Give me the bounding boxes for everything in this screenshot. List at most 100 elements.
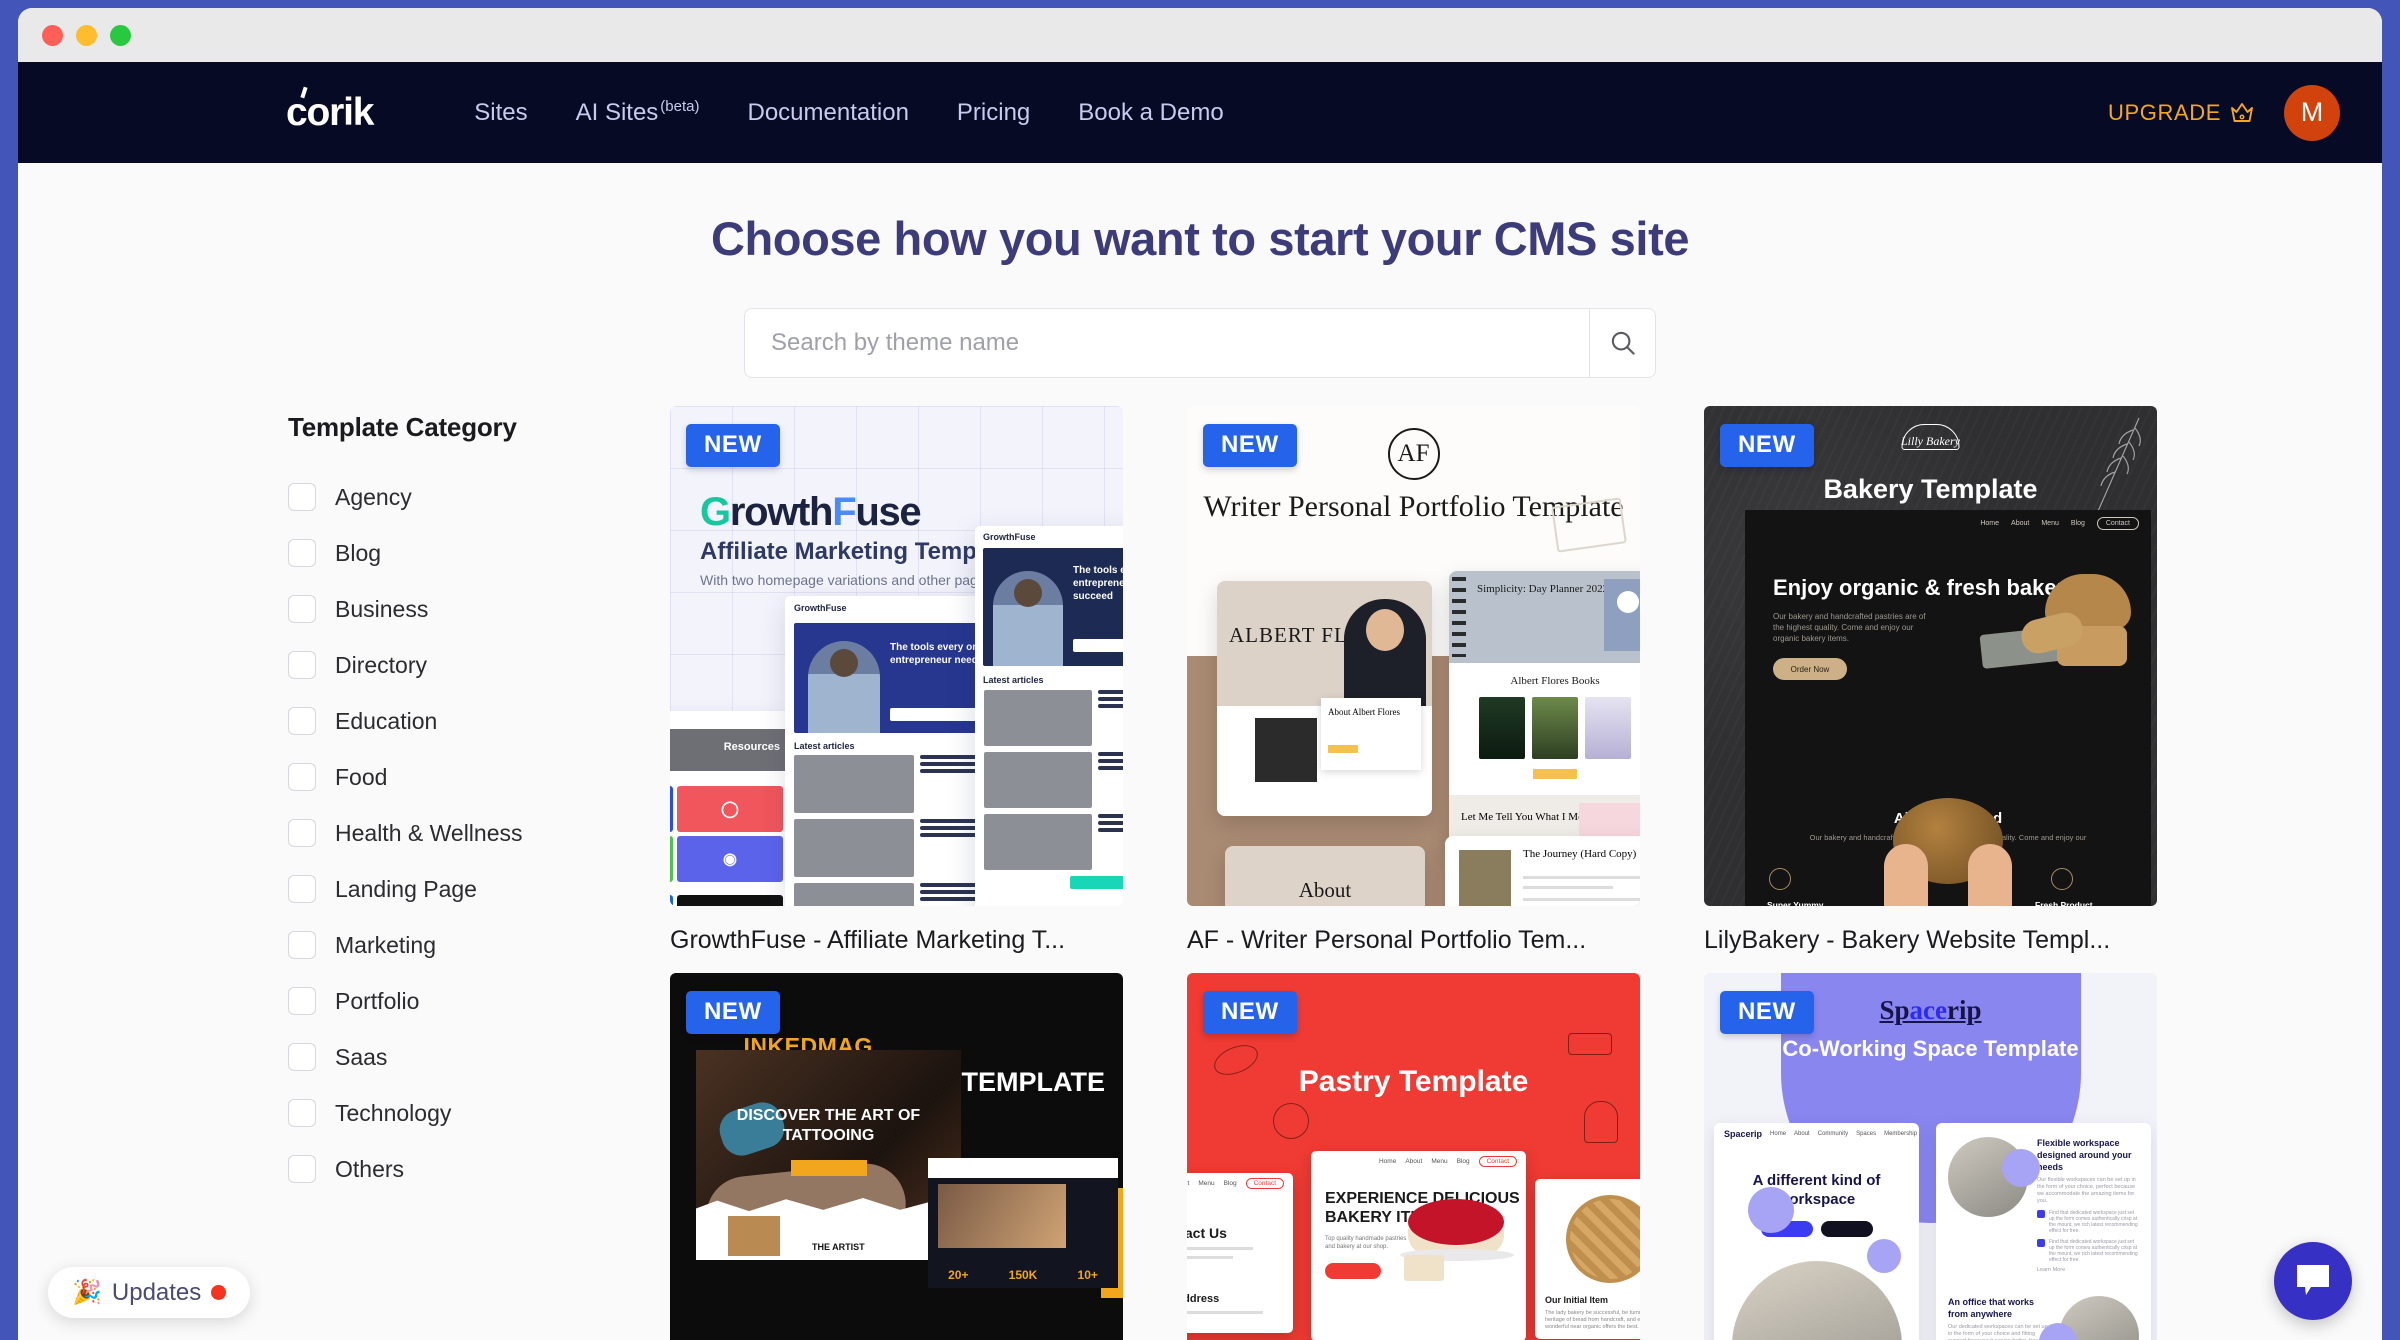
category-label: Agency (335, 483, 412, 510)
checkbox-health-wellness[interactable] (288, 819, 316, 847)
category-education[interactable]: Education (288, 693, 638, 749)
category-label: Health & Wellness (335, 819, 523, 846)
category-landing-page[interactable]: Landing Page (288, 861, 638, 917)
checkbox-business[interactable] (288, 595, 316, 623)
window-minimize-button[interactable] (76, 24, 97, 46)
preview-panel-home: ALBERT FLORES About Albert Flores (1217, 581, 1432, 816)
checkbox-food[interactable] (288, 763, 316, 791)
chat-widget-button[interactable] (2274, 1242, 2352, 1320)
checkbox-saas[interactable] (288, 1043, 316, 1071)
new-badge: NEW (1203, 424, 1297, 467)
stat-2: 150K (1008, 1268, 1038, 1282)
nav-right-group: UPGRADE M (2108, 62, 2340, 163)
upgrade-label: UPGRADE (2108, 99, 2221, 125)
checkbox-marketing[interactable] (288, 931, 316, 959)
preview-panel-contact: HomeAboutMenuBlogContact Contact Us Our … (1187, 1173, 1293, 1333)
checkbox-education[interactable] (288, 707, 316, 735)
nav-item-ai-sites[interactable]: AI Sites (beta) (552, 90, 724, 135)
crown-icon (2231, 102, 2253, 122)
preview-contact: Contact Us (1187, 1225, 1227, 1241)
category-saas[interactable]: Saas (288, 1029, 638, 1085)
category-label: Blog (335, 539, 382, 566)
tool-tile-discord: ◉ (677, 836, 783, 882)
preview-panel-product: The Journey (Hard Copy) (1445, 836, 1640, 906)
preview-headline: Bakery Template (1823, 474, 2038, 504)
category-label: Education (335, 707, 438, 734)
preview-panel-homepage-b: GrowthFuseHome Blog About More The tools… (975, 526, 1123, 906)
logo-text: orik (306, 91, 375, 134)
checkbox-others[interactable] (288, 1155, 316, 1183)
preview-section-comm: Communication tools (670, 776, 790, 783)
preview-hero-sub: Our bakery and handcrafted pastries are … (1773, 612, 1926, 643)
template-thumbnail: NEW GrowthFuse Affiliate Marketing Templ… (670, 406, 1123, 906)
dorik-logo[interactable]: c orik (286, 86, 375, 134)
category-others[interactable]: Others (288, 1141, 638, 1197)
preview-hero-text-b: The tools every online entrepreneur need… (1073, 565, 1123, 602)
checkbox-portfolio[interactable] (288, 987, 316, 1015)
preview-books-heading: Albert Flores Books (1510, 675, 1600, 687)
search-button[interactable] (1589, 309, 1655, 377)
nav-item-book-a-demo[interactable]: Book a Demo (1054, 91, 1247, 135)
book-cover-1 (1479, 697, 1525, 759)
new-badge: NEW (686, 991, 780, 1034)
sidebar-heading: Template Category (288, 412, 517, 442)
logo-c-mark: c (286, 86, 308, 132)
upgrade-button[interactable]: UPGRADE (2108, 100, 2254, 126)
nav-item-documentation[interactable]: Documentation (723, 91, 932, 135)
template-card-spacerip[interactable]: NEW Spacerip Co-Working Space Template S… (1704, 973, 2157, 1340)
updates-notification-dot (211, 1285, 227, 1300)
preview-panel-features: Flexible workspace designed around your … (1936, 1123, 2151, 1340)
category-technology[interactable]: Technology (288, 1085, 638, 1141)
checkbox-landing-page[interactable] (288, 875, 316, 903)
category-health-wellness[interactable]: Health & Wellness (288, 805, 638, 861)
preview-cta-secondary (1820, 1221, 1873, 1237)
template-card-title: AF - Writer Personal Portfolio Tem... (1187, 926, 1587, 954)
updates-widget[interactable]: 🎉 Updates (48, 1267, 251, 1318)
window-titlebar (18, 8, 2382, 62)
new-badge: NEW (1203, 991, 1297, 1034)
category-blog[interactable]: Blog (288, 525, 638, 581)
template-card-inkedmag[interactable]: NEW INKEDMAG TATTOO ARTIST TEMPLATE DISC… (670, 973, 1123, 1340)
category-food[interactable]: Food (288, 749, 638, 805)
window-close-button[interactable] (42, 24, 63, 46)
template-card-af-writer[interactable]: NEW AF Writer Personal Portfolio Templat… (1187, 406, 1640, 955)
checkbox-directory[interactable] (288, 651, 316, 679)
category-business[interactable]: Business (288, 581, 638, 637)
checkbox-technology[interactable] (288, 1099, 316, 1127)
template-thumbnail: NEW AF Writer Personal Portfolio Templat… (1187, 406, 1640, 906)
category-portfolio[interactable]: Portfolio (288, 973, 638, 1029)
category-label: Others (335, 1155, 405, 1182)
preview-panel-item: Our Initial Item The lady bakery be succ… (1535, 1179, 1640, 1339)
feature-2-title: An office that works from anywhere (1948, 1297, 2035, 1319)
preview-address: Our Address (1187, 1293, 1220, 1305)
nav-item-pricing[interactable]: Pricing (933, 91, 1054, 135)
checkbox-blog[interactable] (288, 539, 316, 567)
window-zoom-button[interactable] (110, 24, 131, 46)
template-card-bary-pastry[interactable]: NEW Bary Pastry Template HomeAboutMenuBl… (1187, 973, 1640, 1340)
donut-doodle-icon (1273, 1103, 1309, 1139)
nav-item-sites[interactable]: Sites (450, 91, 551, 135)
category-label: Landing Page (335, 875, 477, 902)
category-marketing[interactable]: Marketing (288, 917, 638, 973)
page-content: Choose how you want to start your CMS si… (18, 163, 2382, 1340)
category-agency[interactable]: Agency (288, 469, 638, 525)
updates-label: Updates (111, 1278, 202, 1306)
template-card-growthfuse[interactable]: NEW GrowthFuse Affiliate Marketing Templ… (670, 406, 1123, 955)
preview-monogram: AF (1387, 428, 1440, 480)
cupcake-doodle-icon (1584, 1101, 1618, 1143)
party-popper-icon: 🎉 (72, 1279, 102, 1306)
new-badge: NEW (686, 424, 780, 467)
checkbox-agency[interactable] (288, 483, 316, 511)
category-directory[interactable]: Directory (288, 637, 638, 693)
preview-section: THE ARTIST (812, 1242, 865, 1252)
user-avatar[interactable]: M (2284, 84, 2340, 141)
search-input[interactable] (745, 309, 1589, 377)
bread-image (1977, 568, 2137, 678)
book-cover-2 (1532, 697, 1578, 759)
template-card-lilybakery[interactable]: NEW Lilly Bakery Bakery Template Home Ab… (1704, 406, 2157, 955)
preview-panel-about: About (1225, 846, 1425, 906)
template-category-sidebar: Template Category Agency Blog Business D… (288, 406, 638, 1340)
feature-2: Fresh Product (2035, 900, 2093, 906)
preview-headline: Pastry Template (1298, 1065, 1529, 1098)
tool-tile-dropbox: ▼ (677, 895, 783, 906)
